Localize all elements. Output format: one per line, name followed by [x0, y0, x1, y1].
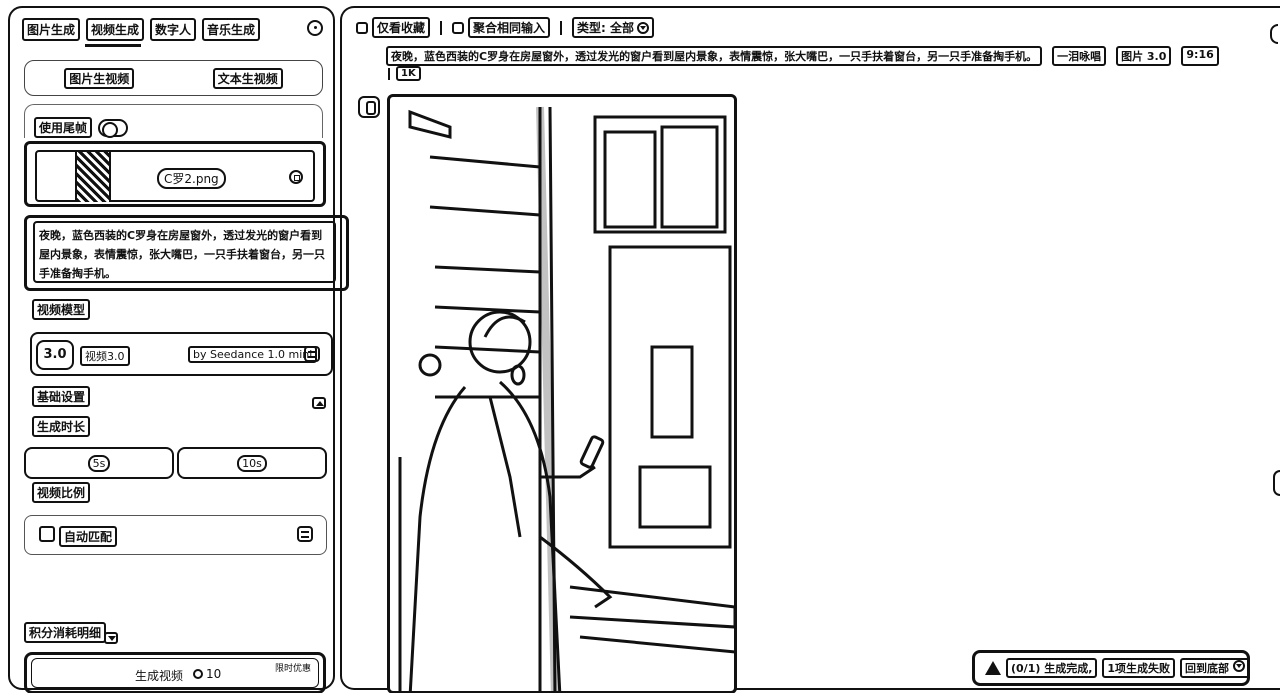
generate-label: 生成视频 [135, 669, 184, 683]
prompt-card: 夜晚，蓝色西装的C罗身在房屋窗外，透过发光的窗户看到屋内景象，表情震惊，张大嘴巴… [24, 215, 349, 291]
type-filter-dropdown[interactable]: 类型: 全部 [572, 17, 655, 38]
warning-icon [985, 661, 1001, 675]
generation-tabs: 图片生成 视频生成 数字人 音乐生成 [22, 18, 261, 41]
generation-panel: 图片生成 视频生成 数字人 音乐生成 图片生视频 文本生视频 使用尾帧 C罗2.… [8, 6, 349, 693]
prompt-textarea[interactable]: 夜晚，蓝色西装的C罗身在房屋窗外，透过发光的窗户看到屋内景象，表情震惊，张大嘴巴… [33, 221, 336, 283]
image-to-video-label: 图片生视频 [64, 67, 135, 89]
generate-video-button[interactable]: 生成视频 10 限时优惠 [24, 652, 326, 693]
toolbar-divider [560, 20, 563, 35]
favorites-checkbox[interactable] [356, 21, 368, 34]
generate-cost: 10 [193, 667, 221, 681]
meta-divider [388, 68, 390, 80]
ratio-switch-icon[interactable] [297, 526, 313, 542]
type-filter-label: 类型: 全部 [577, 21, 635, 35]
user-avatar-icon [358, 96, 380, 118]
chevron-down-icon [637, 21, 650, 34]
ratio-value: 自动匹配 [59, 526, 118, 547]
tab-music-generation[interactable]: 音乐生成 [202, 18, 261, 41]
ratio-label: 视频比例 [32, 482, 91, 503]
aspect-ratio-icon [39, 526, 55, 542]
chevron-down-icon[interactable] [104, 632, 118, 644]
record-metadata: 夜晚，蓝色西装的C罗身在房屋窗外，透过发光的窗户看到屋内景象，表情震惊，张大嘴巴… [386, 46, 1219, 66]
prompt-text: 夜晚，蓝色西装的C罗身在房屋窗外，透过发光的窗户看到屋内景象，表情震惊，张大嘴巴… [39, 229, 325, 280]
merge-inputs-filter[interactable]: 聚合相同输入 [452, 17, 551, 38]
model-name: 视频3.0 [80, 346, 130, 366]
favorites-only-label: 仅看收藏 [372, 17, 431, 38]
duration-10s-label: 10s [237, 454, 267, 472]
favorites-only-filter[interactable]: 仅看收藏 [356, 17, 431, 38]
chevron-down-icon [1232, 660, 1245, 672]
video-scene-illustration [398, 106, 734, 691]
scroll-to-bottom-label: 回到底部 [1185, 662, 1230, 675]
text-to-video-button[interactable]: 文本生视频 [174, 61, 323, 95]
generated-video-preview[interactable] [387, 94, 737, 693]
active-tab-indicator [85, 44, 141, 47]
uploaded-file-name: C罗2.png [157, 168, 226, 189]
duration-10s-button[interactable]: 10s [177, 447, 327, 479]
scroll-to-bottom-button[interactable]: 回到底部 [1180, 658, 1250, 678]
record-style: 一泪咏唱 [1052, 46, 1107, 66]
duration-5s-button[interactable]: 5s [24, 447, 174, 479]
status-failed[interactable]: 1项生成失败 [1102, 658, 1176, 678]
tab-video-generation[interactable]: 视频生成 [86, 18, 145, 41]
toolbar-divider [440, 20, 443, 35]
model-logo-icon: 3.0 [36, 340, 74, 370]
text-to-video-label: 文本生视频 [212, 67, 283, 89]
basic-settings-label: 基础设置 [32, 386, 91, 407]
record-resolution: 1K [396, 66, 421, 81]
generation-status-bar: (0/1) 生成完成, 1项生成失败 回到底部 [972, 650, 1250, 686]
tab-image-generation[interactable]: 图片生成 [22, 18, 81, 41]
video-mode-toggle: 图片生视频 文本生视频 [24, 60, 323, 96]
generate-cost-value: 10 [206, 667, 222, 681]
video-model-label: 视频模型 [32, 299, 91, 320]
tab-digital-human[interactable]: 数字人 [150, 18, 197, 41]
image-thumbnail [75, 152, 111, 202]
duration-label: 生成时长 [32, 416, 91, 437]
record-model: 图片 3.0 [1116, 46, 1172, 66]
promo-badge: 限时优惠 [275, 664, 312, 674]
image-to-video-button[interactable]: 图片生视频 [25, 61, 174, 95]
use-tail-frame-toggle[interactable] [98, 118, 129, 138]
side-drawer-handle[interactable] [1273, 470, 1280, 496]
uploaded-image-inner: C罗2.png [35, 150, 315, 202]
use-tail-frame-row: 使用尾帧 [34, 117, 129, 138]
chevron-up-icon[interactable] [312, 397, 326, 409]
results-toolbar: 仅看收藏 聚合相同输入 类型: 全部 [356, 17, 655, 38]
points-icon [193, 669, 203, 679]
scroll-edge-indicator [1270, 24, 1278, 44]
record-ratio: 9:16 [1181, 46, 1219, 66]
remove-image-icon[interactable] [289, 170, 303, 184]
duration-5s-label: 5s [87, 454, 111, 472]
results-panel: 仅看收藏 聚合相同输入 类型: 全部 夜晚，蓝色西装的C罗身在房屋窗外，透过发光… [340, 6, 1280, 693]
refresh-icon[interactable] [307, 20, 323, 36]
record-prompt[interactable]: 夜晚，蓝色西装的C罗身在房屋窗外，透过发光的窗户看到屋内景象，表情震惊，张大嘴巴… [386, 46, 1043, 66]
points-detail-label[interactable]: 积分消耗明细 [24, 622, 107, 643]
status-progress: (0/1) 生成完成, [1006, 658, 1098, 678]
model-switch-icon[interactable] [304, 346, 320, 362]
use-tail-frame-label: 使用尾帧 [34, 117, 93, 138]
ratio-selector[interactable]: 自动匹配 [24, 515, 327, 555]
model-provider: by Seedance 1.0 mini [188, 346, 318, 363]
merge-inputs-label: 聚合相同输入 [468, 17, 551, 38]
merge-inputs-checkbox[interactable] [452, 21, 465, 34]
uploaded-image-card[interactable]: C罗2.png [24, 141, 326, 207]
model-selector[interactable]: 3.0 视频3.0 by Seedance 1.0 mini [30, 332, 333, 376]
